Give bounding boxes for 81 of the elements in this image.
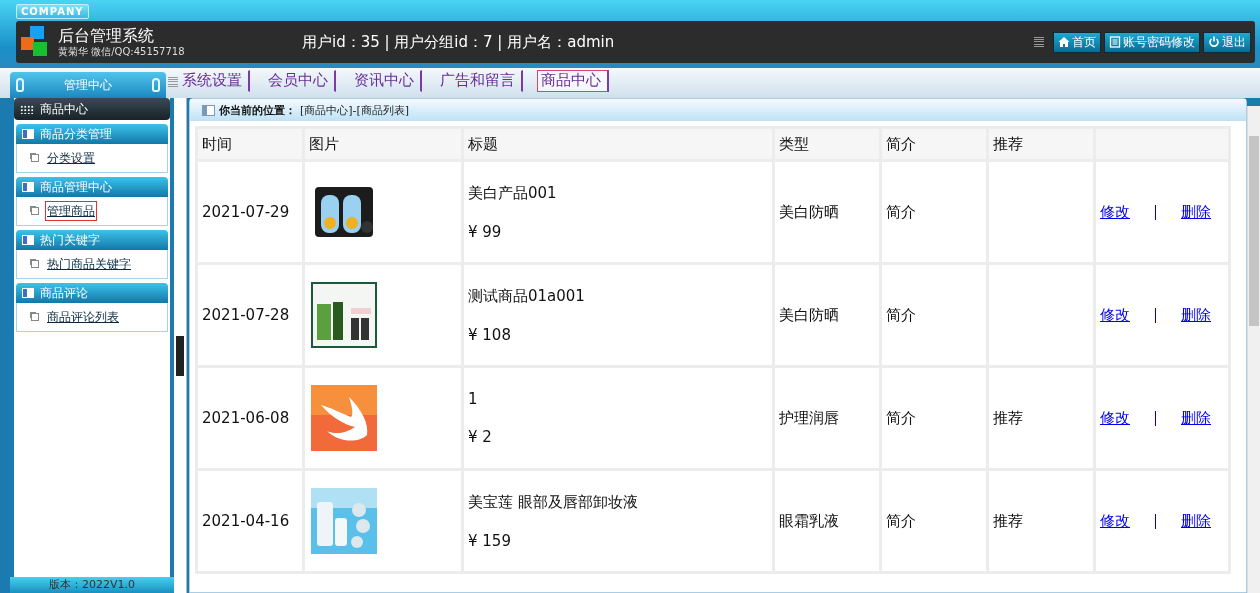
column-header: 标题 [464, 129, 772, 159]
sidebar-link[interactable]: 分类设置 [45, 148, 97, 168]
recommend-label: 推荐 [993, 408, 1023, 427]
sidebar-link[interactable]: 热门商品关键字 [45, 254, 133, 274]
product-title: 1 [468, 390, 479, 408]
group-title: 商品管理中心 [40, 178, 112, 196]
section-title: 商品中心 [40, 100, 88, 118]
product-price: ¥ 159 [468, 531, 512, 550]
panel-icon [202, 104, 215, 116]
list-icon [168, 77, 178, 88]
nav-tab[interactable]: 资讯中心 [350, 70, 422, 92]
edit-link[interactable]: 修改 [1100, 511, 1130, 531]
delete-link[interactable]: 删除 [1181, 202, 1211, 222]
scrollbar[interactable] [1247, 106, 1260, 593]
table-cell: 简介 [882, 162, 986, 262]
breadcrumb-path: [商品中心]-[商品列表] [300, 102, 410, 118]
author-contact: 黄菊华 微信/QQ:45157718 [58, 44, 186, 58]
column-header: 简介 [882, 129, 986, 159]
edit-link[interactable]: 修改 [1100, 305, 1130, 325]
page-icon [31, 207, 39, 215]
product-title: 美白产品001 [468, 183, 558, 203]
edit-link[interactable]: 修改 [1100, 408, 1130, 428]
nav-tab[interactable]: 商品中心 [537, 70, 609, 92]
nav-tab[interactable]: 广告和留言 [436, 70, 523, 92]
nav-tab[interactable]: 会员中心 [264, 70, 336, 92]
table-cell: 2021-07-29 [198, 162, 302, 262]
pin-icon [152, 78, 160, 92]
grid-icon [20, 104, 34, 114]
scroll-thumb[interactable] [1249, 136, 1259, 326]
recommend-label: 推荐 [993, 511, 1023, 530]
user-info: 用户id：35 | 用户分组id：7 | 用户名：admin [302, 32, 615, 52]
edit-link[interactable]: 修改 [1100, 202, 1130, 222]
table-cell: 美白防晒 [775, 265, 879, 365]
home-icon [1058, 36, 1070, 48]
table-cell: 眼霜乳液 [775, 471, 879, 571]
table-cell: 美白防晒 [775, 162, 879, 262]
panel-title: 管理中心 [64, 76, 112, 94]
account-button[interactable]: 账号密码修改 [1104, 31, 1200, 53]
page-icon [31, 313, 39, 321]
table-cell: 简介 [882, 471, 986, 571]
table-cell: 2021-06-08 [198, 368, 302, 468]
table-cell: 护理润唇 [775, 368, 879, 468]
group-title: 商品分类管理 [40, 125, 112, 143]
document-icon [1109, 36, 1121, 48]
page-icon [31, 260, 39, 268]
cubes-logo-icon [20, 25, 50, 59]
panel-icon [22, 235, 34, 245]
home-button[interactable]: 首页 [1053, 31, 1101, 53]
sidebar-link[interactable]: 商品评论列表 [45, 307, 121, 327]
product-title: 美宝莲 眼部及唇部卸妆液 [468, 492, 639, 512]
version-label: 版本：2022V1.0 [10, 577, 174, 593]
collapse-handle[interactable] [176, 335, 184, 376]
table-cell: 简介 [882, 265, 986, 365]
product-price: ¥ 2 [468, 428, 493, 446]
nav-tab[interactable]: 系统设置 [178, 70, 250, 92]
table-cell: 2021-07-28 [198, 265, 302, 365]
column-header: 推荐 [989, 129, 1093, 159]
table-cell: 简介 [882, 368, 986, 468]
panel-icon [22, 288, 34, 298]
sidebar-link[interactable]: 管理商品 [45, 201, 97, 221]
delete-link[interactable]: 删除 [1181, 305, 1211, 325]
panel-icon [22, 129, 34, 139]
logout-button[interactable]: 退出 [1203, 31, 1251, 53]
product-title: 测试商品01a001 [468, 286, 586, 306]
page-icon [31, 154, 39, 162]
app-title: 后台管理系统 [58, 26, 155, 45]
power-icon [1208, 36, 1220, 48]
group-title: 商品评论 [40, 284, 88, 302]
panel-icon [22, 182, 34, 192]
delete-link[interactable]: 删除 [1181, 511, 1211, 531]
column-header: 类型 [775, 129, 879, 159]
column-header: 时间 [198, 129, 302, 159]
breadcrumb-label: 你当前的位置： [219, 102, 296, 118]
company-badge: COMPANY [16, 4, 89, 19]
column-header: 图片 [305, 129, 461, 159]
group-title: 热门关键字 [40, 231, 100, 249]
product-price: ¥ 99 [468, 222, 503, 241]
product-price: ¥ 108 [468, 325, 512, 344]
pin-icon [16, 78, 24, 92]
delete-link[interactable]: 删除 [1181, 408, 1211, 428]
table-cell: 2021-04-16 [198, 471, 302, 571]
